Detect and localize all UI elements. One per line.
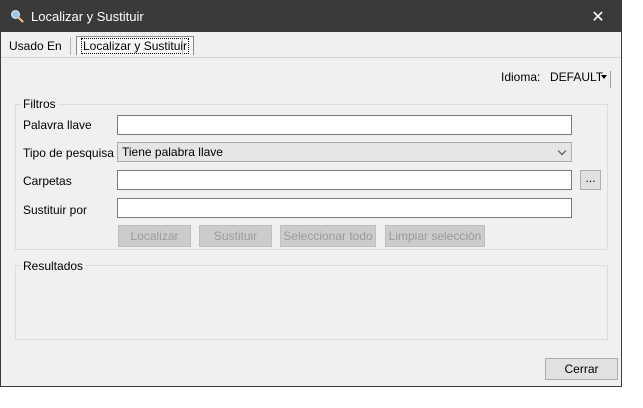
results-group <box>15 265 608 340</box>
chevron-down-icon <box>557 146 567 156</box>
results-title: Resultados <box>21 259 86 273</box>
tab-strip: Usado En Localizar y Sustituir <box>1 33 621 57</box>
close-icon[interactable]: ✕ <box>575 1 621 32</box>
filters-title: Filtros <box>21 97 58 111</box>
tab-divider <box>70 37 71 55</box>
find-button[interactable]: Localizar <box>118 225 191 247</box>
language-dropdown[interactable]: DEFAULT <box>550 70 603 84</box>
close-button[interactable]: Cerrar <box>545 358 618 380</box>
folders-input[interactable] <box>117 170 572 190</box>
toolbar-divider <box>610 71 611 88</box>
browse-folders-button[interactable]: ... <box>580 170 601 190</box>
search-icon <box>11 10 24 23</box>
clear-selection-button[interactable]: Limpiar selección <box>385 225 485 247</box>
caret-down-icon[interactable] <box>601 75 607 79</box>
select-all-button[interactable]: Seleccionar todo <box>280 225 376 247</box>
replace-input[interactable] <box>117 198 572 218</box>
folders-label: Carpetas <box>23 174 72 188</box>
replace-button[interactable]: Sustituir <box>199 225 272 247</box>
window-title: Localizar y Sustituir <box>31 9 144 24</box>
search-type-label: Tipo de pesquisa <box>23 146 114 160</box>
tab-usado-en[interactable]: Usado En <box>9 37 62 55</box>
tab-underline <box>1 57 621 58</box>
language-label: Idioma: <box>501 70 541 84</box>
keyword-label: Palavra llave <box>23 118 92 132</box>
keyword-input[interactable] <box>117 115 572 135</box>
find-replace-dialog: Localizar y Sustituir ✕ Usado En Localiz… <box>0 0 622 387</box>
tab-localizar-sustituir[interactable]: Localizar y Sustituir <box>76 36 195 55</box>
replace-label: Sustituir por <box>23 203 88 217</box>
title-bar[interactable]: Localizar y Sustituir ✕ <box>1 1 621 32</box>
tab-divider <box>182 37 183 55</box>
search-type-value: Tiene palabra llave <box>122 145 223 159</box>
search-type-select[interactable]: Tiene palabra llave <box>117 142 572 162</box>
tab-label: Localizar y Sustituir <box>81 38 190 54</box>
